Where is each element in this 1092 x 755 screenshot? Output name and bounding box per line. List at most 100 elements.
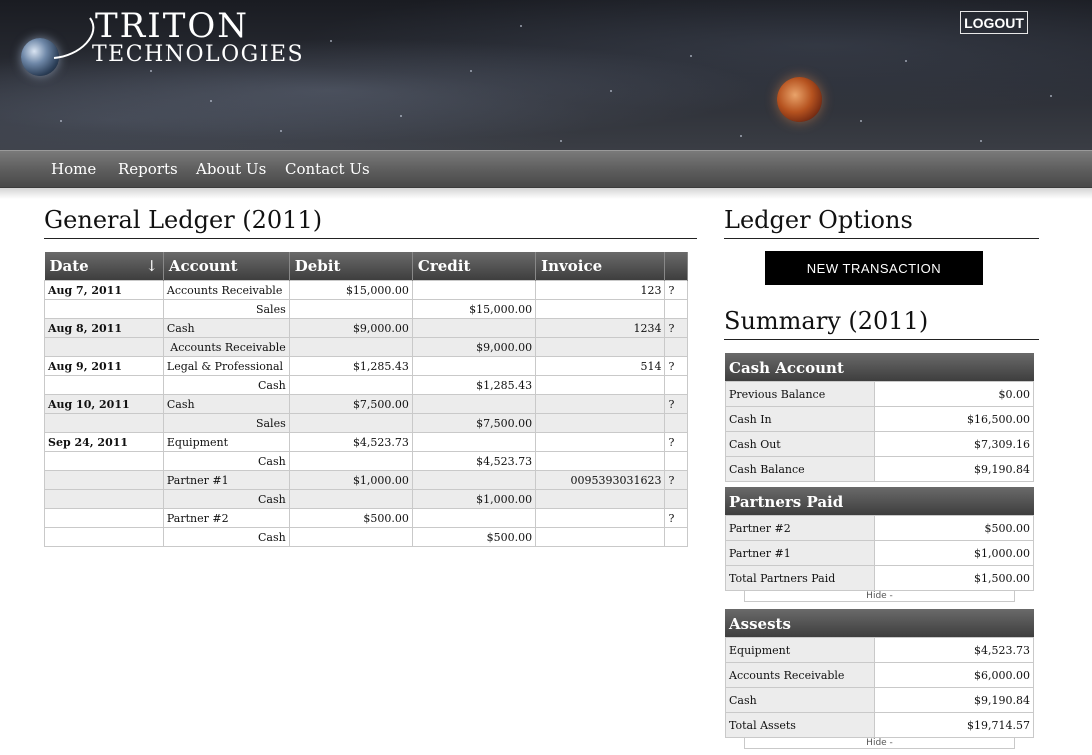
summary-row: Total Partners Paid $1,500.00 bbox=[725, 565, 1034, 591]
summary-value: $4,523.73 bbox=[874, 637, 1034, 663]
table-row[interactable]: Sales $7,500.00 bbox=[44, 413, 688, 433]
cell-debit bbox=[288, 451, 413, 471]
cell-credit bbox=[411, 508, 537, 528]
help-icon[interactable]: ? bbox=[664, 508, 688, 528]
cell-credit: $15,000.00 bbox=[411, 299, 537, 319]
table-row[interactable]: Cash $4,523.73 bbox=[44, 451, 688, 471]
cell-date bbox=[44, 470, 164, 490]
cell-invoice bbox=[535, 413, 666, 433]
help-icon[interactable]: ? bbox=[664, 394, 688, 414]
table-row[interactable]: Partner #2 $500.00? bbox=[44, 508, 688, 528]
logout-button[interactable]: LOGOUT bbox=[960, 11, 1028, 34]
cell-debit bbox=[288, 489, 413, 509]
summary-row: Cash $9,190.84 bbox=[725, 687, 1034, 713]
cell-date: Aug 7, 2011 bbox=[44, 280, 164, 300]
summary-label: Cash Out bbox=[725, 431, 875, 457]
table-row[interactable]: Aug 8, 2011 Cash $9,000.00 1234? bbox=[44, 318, 688, 338]
cell-invoice bbox=[535, 508, 666, 528]
summary-value: $0.00 bbox=[874, 381, 1034, 407]
logo-swoosh-icon bbox=[53, 17, 95, 59]
table-row[interactable]: Aug 10, 2011 Cash $7,500.00? bbox=[44, 394, 688, 414]
planet-icon bbox=[777, 77, 822, 122]
cell-invoice bbox=[535, 299, 666, 319]
nav-item-about-us[interactable]: About Us bbox=[196, 160, 266, 178]
cell-invoice: 514 bbox=[535, 356, 666, 376]
cell-debit: $7,500.00 bbox=[288, 394, 413, 414]
cell-debit bbox=[288, 413, 413, 433]
help-icon bbox=[664, 451, 688, 471]
ledger-body: Aug 7, 2011 Accounts Receivable $15,000.00… bbox=[44, 280, 688, 547]
summary-row: Cash Out $7,309.16 bbox=[725, 431, 1034, 457]
cell-account: Partner #1 bbox=[162, 470, 290, 490]
summary-label: Total Assets bbox=[725, 712, 875, 738]
cell-date bbox=[44, 375, 164, 395]
sort-arrow-icon[interactable]: ↓ bbox=[145, 257, 158, 275]
column-header-debit[interactable]: Debit bbox=[289, 252, 413, 281]
help-icon[interactable]: ? bbox=[664, 356, 688, 376]
assets-panel-header[interactable]: Assests bbox=[725, 609, 1034, 637]
summary-value: $16,500.00 bbox=[874, 406, 1034, 432]
assets-table: Equipment $4,523.73 Accounts Receivable $6,… bbox=[725, 637, 1034, 738]
help-icon[interactable]: ? bbox=[664, 432, 688, 452]
summary-label: Cash Balance bbox=[725, 456, 875, 482]
nav-item-reports[interactable]: Reports bbox=[118, 160, 178, 178]
cell-credit bbox=[411, 470, 537, 490]
nav-item-contact-us[interactable]: Contact Us bbox=[285, 160, 370, 178]
help-icon bbox=[664, 299, 688, 319]
cell-invoice bbox=[535, 394, 666, 414]
cell-invoice bbox=[535, 451, 666, 471]
new-transaction-button[interactable]: NEW TRANSACTION bbox=[765, 251, 983, 285]
summary-value: $6,000.00 bbox=[874, 662, 1034, 688]
nav-item-home[interactable]: Home bbox=[51, 160, 96, 178]
table-row[interactable]: Cash $1,000.00 bbox=[44, 489, 688, 509]
summary-row: Previous Balance $0.00 bbox=[725, 381, 1034, 407]
cell-debit: $9,000.00 bbox=[288, 318, 413, 338]
partners-paid-panel-header[interactable]: Partners Paid bbox=[725, 487, 1034, 515]
help-icon[interactable]: ? bbox=[664, 280, 688, 300]
cell-credit: $1,285.43 bbox=[411, 375, 537, 395]
table-row[interactable]: Aug 9, 2011 Legal & Professional $1,285.43… bbox=[44, 356, 688, 376]
cell-date bbox=[44, 489, 164, 509]
cell-debit bbox=[288, 299, 413, 319]
cell-credit: $4,523.73 bbox=[411, 451, 537, 471]
summary-label: Partner #1 bbox=[725, 540, 875, 566]
table-row[interactable]: Sep 24, 2011 Equipment $4,523.73? bbox=[44, 432, 688, 452]
summary-row: Cash In $16,500.00 bbox=[725, 406, 1034, 432]
ledger-header-row: Date ↓ Account Debit Credit Invoice bbox=[44, 252, 688, 281]
summary-row: Partner #1 $1,000.00 bbox=[725, 540, 1034, 566]
column-header-credit[interactable]: Credit bbox=[412, 252, 537, 281]
ledger-options-rule bbox=[724, 238, 1039, 239]
table-row[interactable]: Aug 7, 2011 Accounts Receivable $15,000.00… bbox=[44, 280, 688, 300]
column-header-invoice[interactable]: Invoice bbox=[535, 252, 666, 281]
cell-debit: $15,000.00 bbox=[288, 280, 413, 300]
table-row[interactable]: Accounts Receivable $9,000.00 bbox=[44, 337, 688, 357]
column-header-date[interactable]: Date ↓ bbox=[44, 252, 164, 281]
cell-account: Accounts Receivable bbox=[162, 337, 290, 357]
cell-account: Sales bbox=[162, 413, 290, 433]
ledger-title: General Ledger (2011) bbox=[44, 206, 323, 234]
table-row[interactable]: Cash $1,285.43 bbox=[44, 375, 688, 395]
help-icon bbox=[664, 527, 688, 547]
table-row[interactable]: Cash $500.00 bbox=[44, 527, 688, 547]
ledger-table: Date ↓ Account Debit Credit Invoice Aug … bbox=[44, 252, 688, 547]
table-row[interactable]: Sales $15,000.00 bbox=[44, 299, 688, 319]
cell-account: Equipment bbox=[162, 432, 290, 452]
partners-hide-toggle[interactable]: Hide - bbox=[744, 590, 1015, 602]
cell-invoice: 123 bbox=[535, 280, 666, 300]
summary-value: $9,190.84 bbox=[874, 456, 1034, 482]
column-header-account[interactable]: Account bbox=[163, 252, 290, 281]
summary-value: $1,500.00 bbox=[874, 565, 1034, 591]
assets-hide-toggle[interactable]: Hide - bbox=[744, 737, 1015, 749]
cash-account-table: Previous Balance $0.00 Cash In $16,500.00 Ca… bbox=[725, 381, 1034, 482]
cash-account-panel-header[interactable]: Cash Account bbox=[725, 353, 1034, 381]
help-icon bbox=[664, 489, 688, 509]
cell-date: Aug 10, 2011 bbox=[44, 394, 164, 414]
cell-date bbox=[44, 451, 164, 471]
cell-debit: $1,000.00 bbox=[288, 470, 413, 490]
help-icon[interactable]: ? bbox=[664, 318, 688, 338]
cell-credit bbox=[411, 280, 537, 300]
cell-account: Cash bbox=[162, 318, 290, 338]
help-icon[interactable]: ? bbox=[664, 470, 688, 490]
cell-account: Cash bbox=[162, 375, 290, 395]
table-row[interactable]: Partner #1 $1,000.00 0095393031623? bbox=[44, 470, 688, 490]
